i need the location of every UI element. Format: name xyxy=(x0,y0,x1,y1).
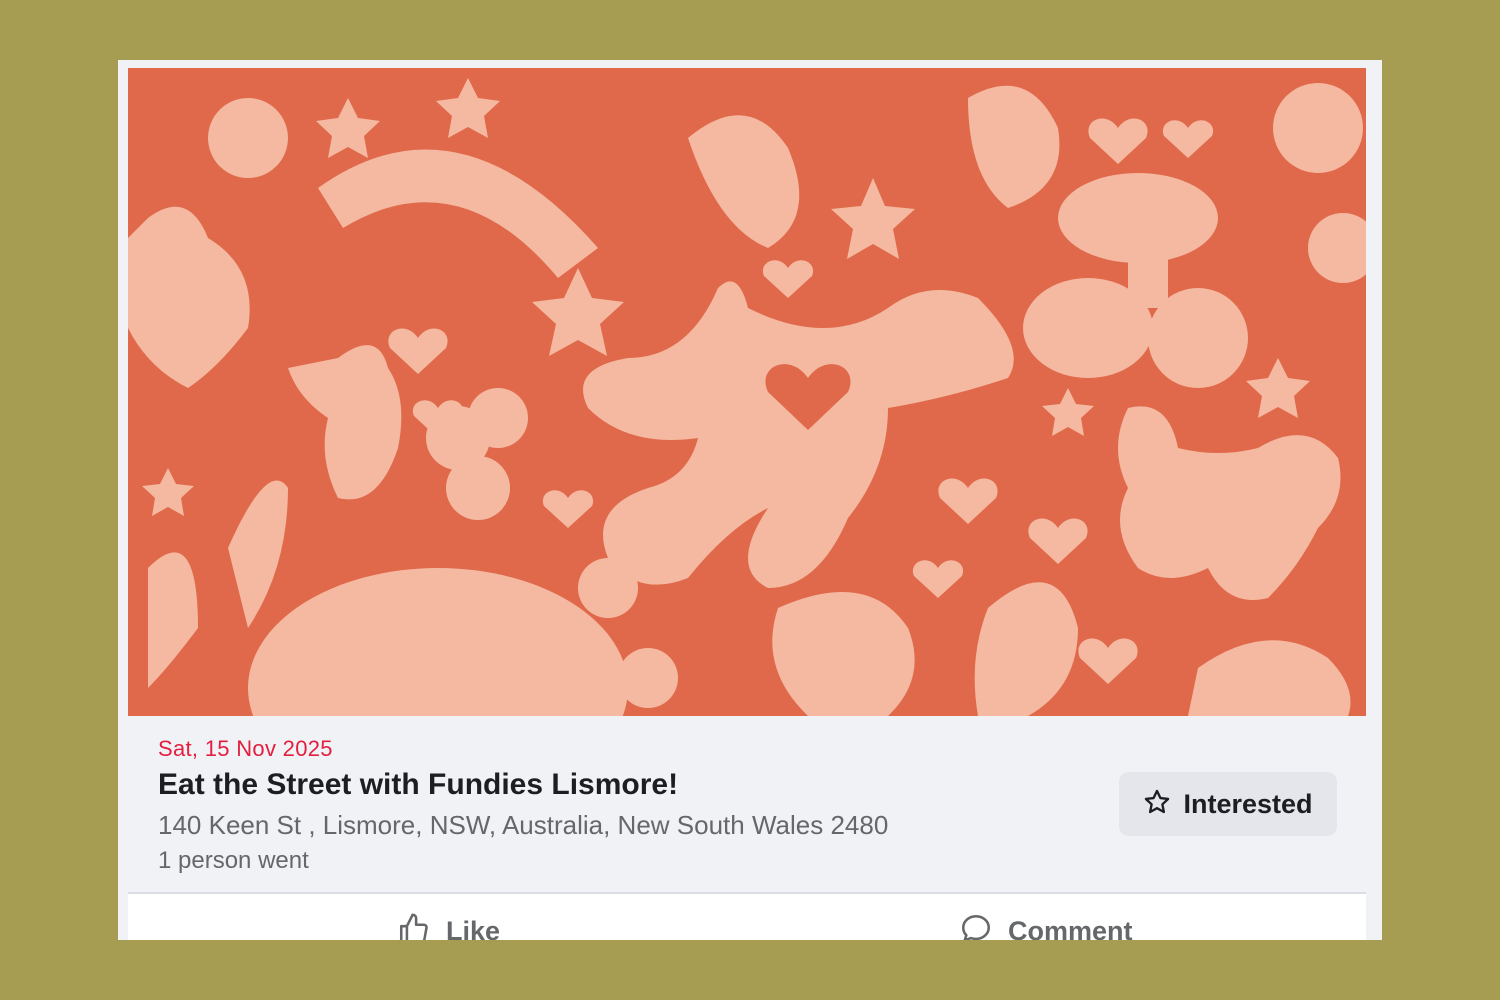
event-info: Sat, 15 Nov 2025 Eat the Street with Fun… xyxy=(128,716,1366,892)
event-date: Sat, 15 Nov 2025 xyxy=(158,736,333,761)
star-icon xyxy=(1143,788,1171,821)
event-card-inner: Sat, 15 Nov 2025 Eat the Street with Fun… xyxy=(128,68,1366,940)
event-title[interactable]: Eat the Street with Fundies Lismore! xyxy=(158,768,678,802)
thumbs-up-icon xyxy=(396,912,432,940)
interested-label: Interested xyxy=(1183,788,1313,819)
event-attendance: 1 person went xyxy=(158,847,309,874)
action-bar: Like Comment xyxy=(128,894,1366,940)
interested-button[interactable]: Interested xyxy=(1119,772,1337,836)
event-cover-image[interactable] xyxy=(128,68,1366,716)
comment-button[interactable]: Comment xyxy=(958,912,1133,940)
comment-bubble-icon xyxy=(958,912,994,940)
event-address: 140 Keen St , Lismore, NSW, Australia, N… xyxy=(158,810,889,840)
event-card: Sat, 15 Nov 2025 Eat the Street with Fun… xyxy=(118,60,1382,940)
cover-illustration xyxy=(128,78,1366,716)
like-label: Like xyxy=(446,916,501,940)
comment-label: Comment xyxy=(1008,916,1133,940)
like-button[interactable]: Like xyxy=(396,912,500,940)
